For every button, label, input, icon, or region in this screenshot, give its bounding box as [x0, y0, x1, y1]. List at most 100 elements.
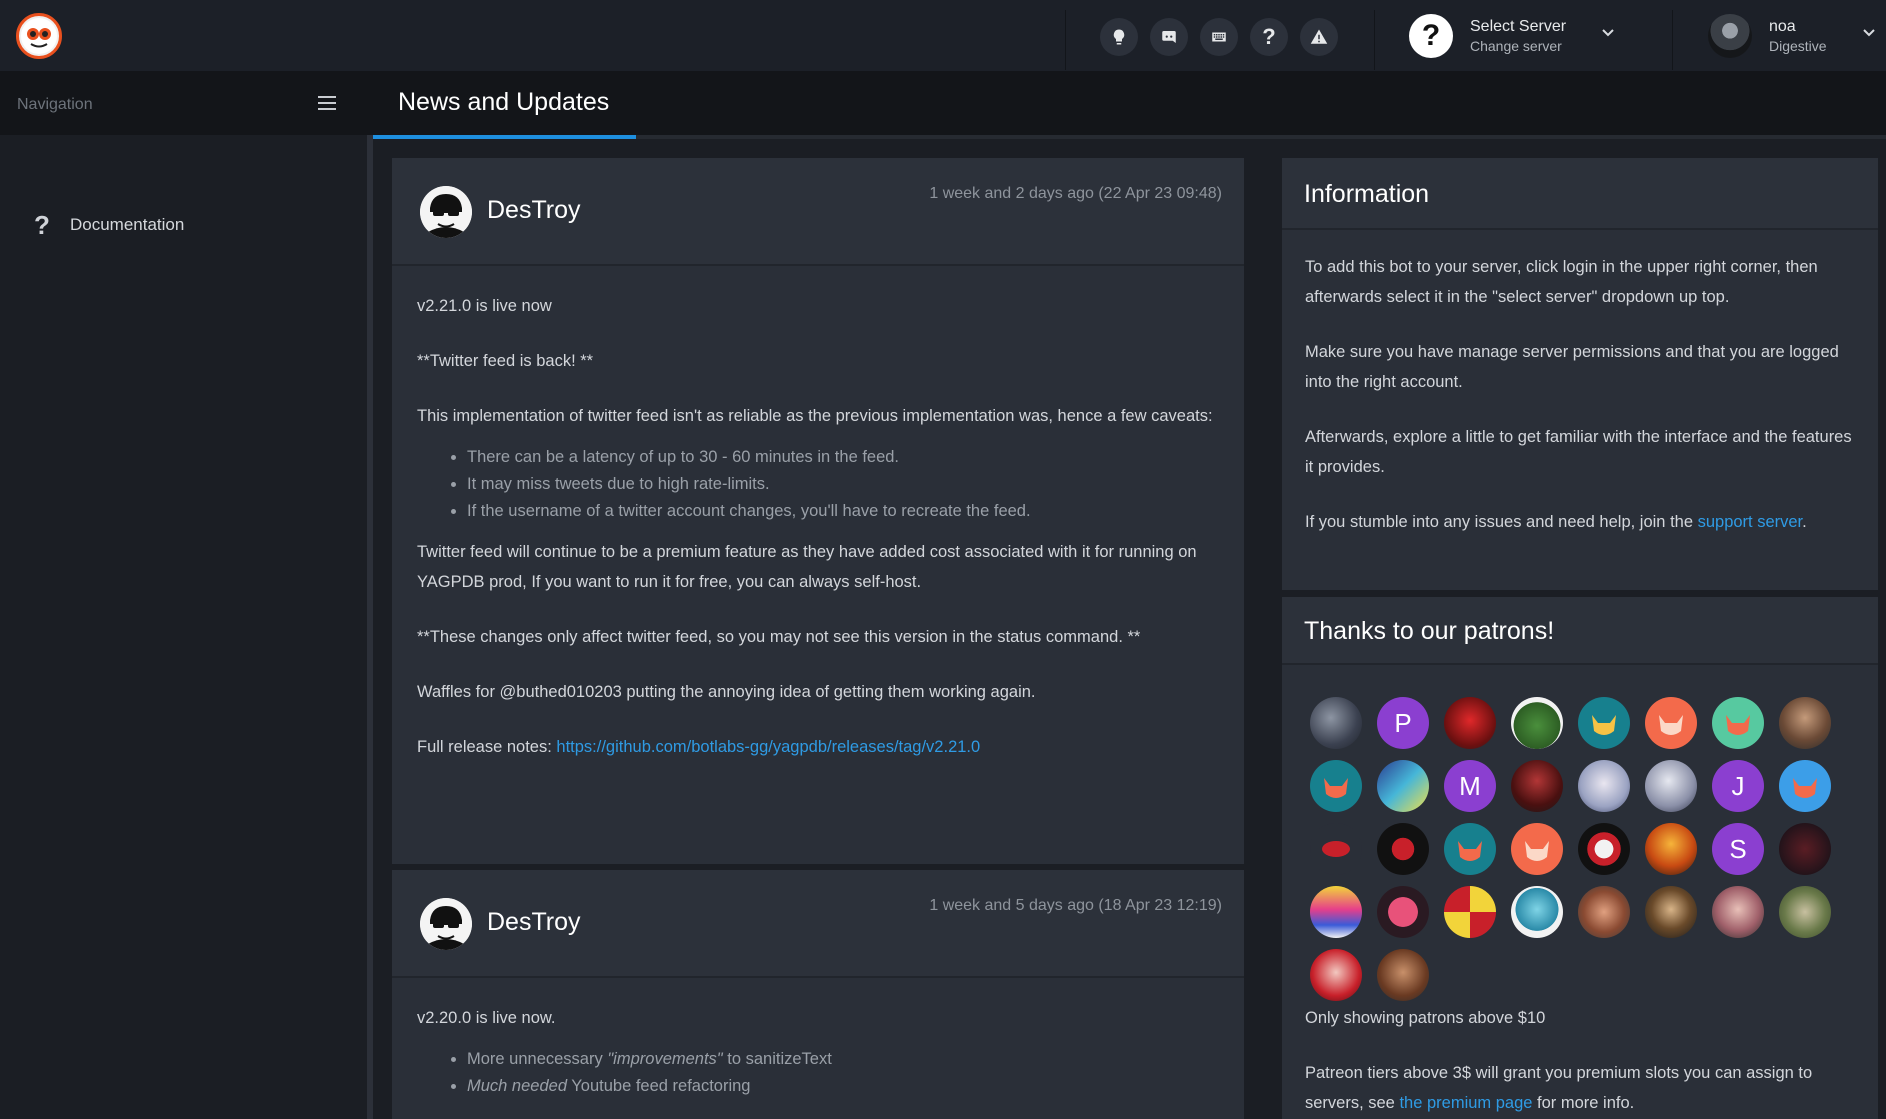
avatar	[1708, 14, 1752, 58]
patron-avatar[interactable]	[1444, 886, 1496, 938]
patron-avatar[interactable]	[1444, 697, 1496, 749]
post-paragraph: Full release notes: https://github.com/b…	[417, 732, 1227, 762]
news-post: DesTroy 1 week and 5 days ago (18 Apr 23…	[392, 870, 1244, 1119]
patron-avatar[interactable]	[1779, 823, 1831, 875]
patron-avatar[interactable]	[1310, 760, 1362, 812]
patron-avatar[interactable]: M	[1444, 760, 1496, 812]
info-paragraph: Make sure you have manage server permiss…	[1305, 343, 1839, 391]
server-selector[interactable]: ? Select Server Change server	[1409, 14, 1619, 58]
info-paragraph: If you stumble into any issues and need …	[1305, 507, 1860, 537]
post-body: v2.21.0 is live now **Twitter feed is ba…	[417, 291, 1227, 787]
divider	[1374, 10, 1375, 70]
post-body: v2.20.0 is live now. More unnecessary "i…	[417, 1003, 1227, 1112]
patron-avatar[interactable]	[1511, 760, 1563, 812]
panel-header: Information	[1282, 158, 1878, 230]
list-text: to sanitizeText	[722, 1050, 832, 1068]
server-question-icon: ?	[1409, 14, 1453, 58]
patron-avatar[interactable]	[1578, 760, 1630, 812]
chevron-down-icon	[1602, 29, 1614, 37]
patron-initial: M	[1459, 770, 1481, 801]
premium-page-link[interactable]: the premium page	[1399, 1094, 1532, 1112]
post-list: There can be a latency of up to 30 - 60 …	[467, 444, 1227, 525]
list-item: If the username of a twitter account cha…	[467, 498, 1227, 525]
divider	[1065, 10, 1066, 70]
patrons-title: Thanks to our patrons!	[1304, 617, 1555, 645]
patrons-info: Patreon tiers above 3$ will grant you pr…	[1305, 1058, 1860, 1118]
patron-avatar[interactable]	[1511, 823, 1563, 875]
patron-avatar[interactable]	[1310, 823, 1362, 875]
patron-avatar[interactable]	[1712, 697, 1764, 749]
patron-avatar[interactable]	[1578, 697, 1630, 749]
information-title: Information	[1304, 180, 1430, 208]
info-text: .	[1802, 513, 1807, 531]
patron-avatar[interactable]	[1310, 949, 1362, 1001]
patron-avatar[interactable]	[1645, 760, 1697, 812]
patron-avatar[interactable]	[1377, 949, 1429, 1001]
patron-avatar[interactable]	[1645, 823, 1697, 875]
post-header: DesTroy 1 week and 5 days ago (18 Apr 23…	[392, 870, 1244, 978]
post-paragraph: Waffles for @buthed010203 putting the an…	[417, 683, 1036, 701]
news-post: DesTroy 1 week and 2 days ago (22 Apr 23…	[392, 158, 1244, 864]
server-title: Select Server	[1470, 18, 1567, 35]
sub-header	[0, 71, 1886, 135]
info-text: If you stumble into any issues and need …	[1305, 513, 1698, 531]
post-paragraph: v2.21.0 is live now	[417, 297, 552, 315]
patrons-note: Only showing patrons above $10	[1305, 1009, 1546, 1027]
panel-header: Thanks to our patrons!	[1282, 597, 1878, 665]
keyboard-icon[interactable]	[1200, 18, 1238, 56]
patron-avatar[interactable]	[1511, 886, 1563, 938]
list-text: Youtube feed refactoring	[567, 1077, 751, 1095]
patron-initial: J	[1731, 770, 1745, 801]
information-panel: Information To add this bot to your serv…	[1282, 158, 1878, 590]
patron-avatar[interactable]	[1310, 697, 1362, 749]
list-item: Much needed Youtube feed refactoring	[467, 1073, 1227, 1100]
patron-avatar[interactable]	[1377, 886, 1429, 938]
patron-avatar[interactable]: J	[1712, 760, 1764, 812]
patron-avatar[interactable]	[1779, 886, 1831, 938]
list-item: There can be a latency of up to 30 - 60 …	[467, 444, 1227, 471]
post-author: DesTroy	[487, 196, 581, 224]
patron-avatar[interactable]: S	[1712, 823, 1764, 875]
support-server-link[interactable]: support server	[1698, 513, 1803, 531]
patrons-footer: Only showing patrons above $10 Patreon t…	[1305, 1003, 1860, 1119]
post-paragraph: v2.20.0 is live now.	[417, 1009, 556, 1027]
patron-avatar[interactable]	[1578, 886, 1630, 938]
info-paragraph: To add this bot to your server, click lo…	[1305, 258, 1818, 306]
release-notes-label: Full release notes:	[417, 738, 557, 756]
release-notes-link[interactable]: https://github.com/botlabs-gg/yagpdb/rel…	[556, 738, 980, 756]
user-menu[interactable]: noa Digestive	[1708, 14, 1878, 60]
patron-avatar[interactable]	[1444, 823, 1496, 875]
patron-avatar[interactable]	[1645, 697, 1697, 749]
patron-avatar[interactable]	[1779, 697, 1831, 749]
list-item: It may miss tweets due to high rate-limi…	[467, 471, 1227, 498]
info-text: for more info.	[1532, 1094, 1635, 1112]
sidebar-item-documentation[interactable]: ? Documentation	[30, 210, 184, 240]
top-bar: ? ? Select Server Change server noa Dige…	[0, 0, 1886, 71]
divider	[1672, 10, 1673, 70]
discord-icon[interactable]	[1150, 18, 1188, 56]
post-paragraph: **These changes only affect twitter feed…	[417, 628, 1141, 646]
post-paragraph: Twitter feed will continue to be a premi…	[417, 543, 1197, 591]
patron-initial: S	[1729, 833, 1747, 864]
patron-avatar[interactable]	[1578, 823, 1630, 875]
warning-icon[interactable]	[1300, 18, 1338, 56]
yagpdb-logo-icon[interactable]	[16, 13, 62, 59]
patron-avatar[interactable]	[1712, 886, 1764, 938]
question-icon[interactable]: ?	[1250, 18, 1288, 56]
hamburger-menu-icon[interactable]	[318, 96, 336, 112]
patron-initial: P	[1394, 707, 1412, 738]
patron-avatar[interactable]	[1511, 697, 1563, 749]
information-body: To add this bot to your server, click lo…	[1305, 252, 1860, 562]
lightbulb-icon[interactable]	[1100, 18, 1138, 56]
patron-avatar[interactable]	[1377, 823, 1429, 875]
patron-avatar[interactable]	[1645, 886, 1697, 938]
patron-avatar[interactable]	[1310, 886, 1362, 938]
patron-avatar[interactable]	[1377, 760, 1429, 812]
info-paragraph: Afterwards, explore a little to get fami…	[1305, 428, 1852, 476]
chevron-down-icon	[1863, 29, 1875, 37]
list-item: More unnecessary "improvements" to sanit…	[467, 1046, 1227, 1073]
patron-avatar[interactable]: P	[1377, 697, 1429, 749]
tab-active-indicator	[373, 135, 636, 139]
patron-avatar[interactable]	[1779, 760, 1831, 812]
question-icon: ?	[34, 209, 50, 240]
